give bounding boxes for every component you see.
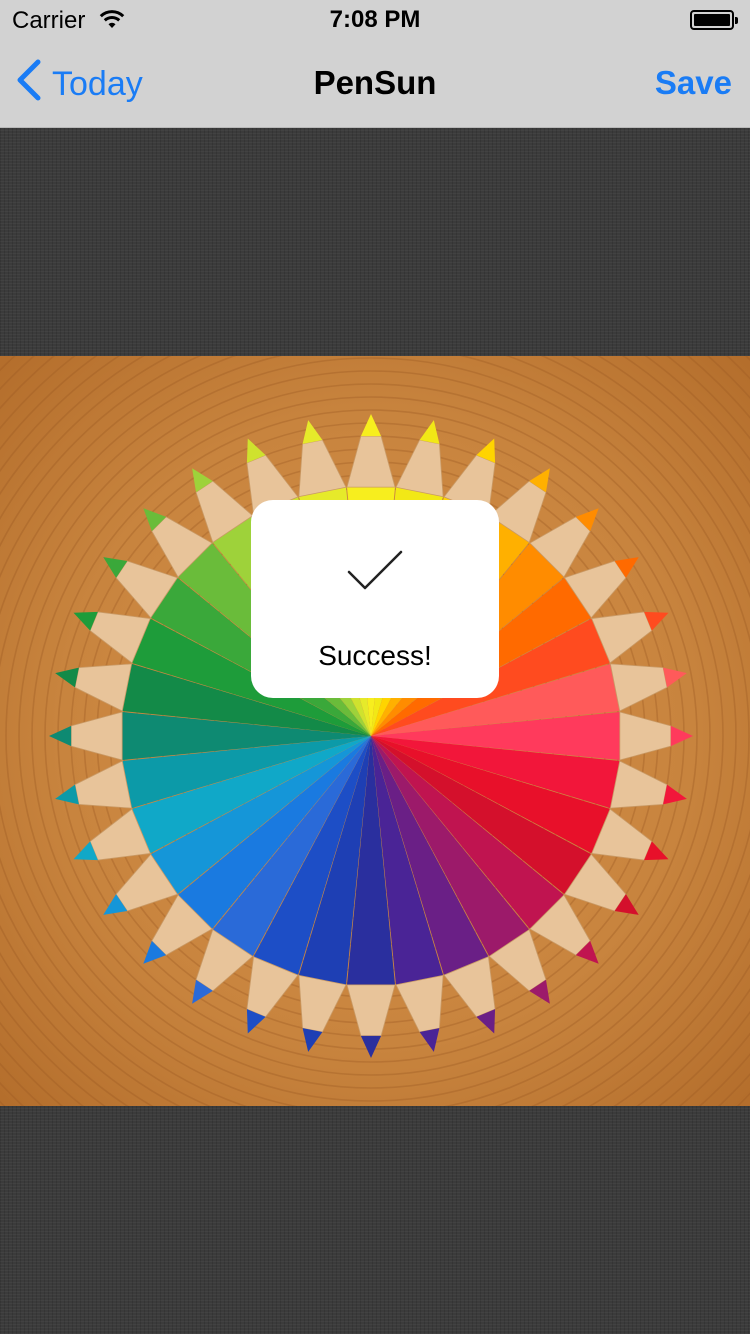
- hud-message: Success!: [318, 640, 432, 671]
- navigation-bar: Today PenSun Save: [0, 40, 750, 128]
- success-hud: Success!: [251, 500, 499, 698]
- save-button[interactable]: Save: [655, 64, 732, 102]
- linen-background-bottom: [0, 1106, 750, 1334]
- status-bar: Carrier 7:08 PM: [0, 0, 750, 40]
- checkmark-icon: [345, 548, 405, 592]
- page-title: PenSun: [313, 64, 437, 101]
- battery-icon: [690, 10, 738, 30]
- pencil-photo: [0, 356, 750, 1106]
- status-time: 7:08 PM: [329, 6, 421, 33]
- linen-background-top: [0, 128, 750, 356]
